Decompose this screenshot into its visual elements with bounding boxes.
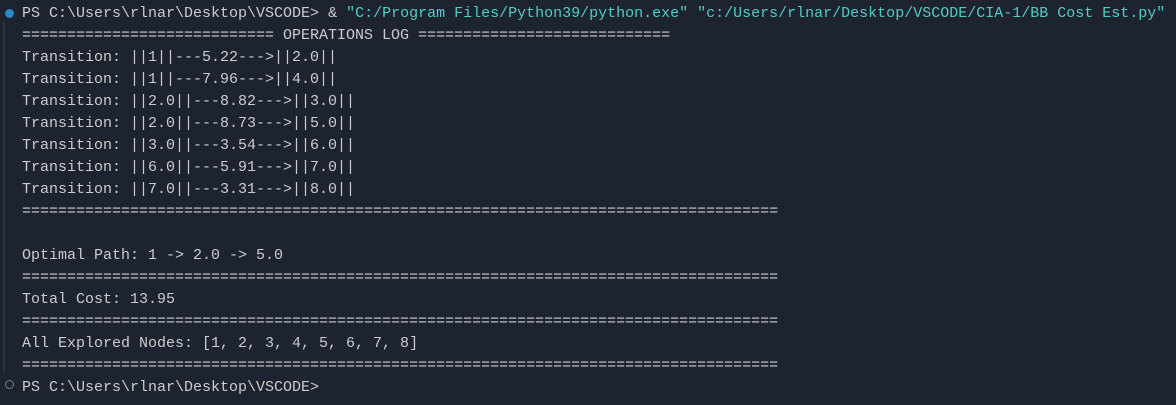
- transition-line: Transition: ||2.0||---8.73--->||5.0||: [22, 115, 356, 132]
- transition-line: Transition: ||2.0||---8.82--->||3.0||: [22, 93, 356, 110]
- terminal-output[interactable]: PS C:\Users\rlnar\Desktop\VSCODE> & "C:/…: [22, 3, 1165, 399]
- script-path: "c:/Users/rlnar/Desktop/VSCODE/CIA-1/BB …: [697, 5, 1166, 22]
- log-header: ============================ OPERATIONS …: [22, 27, 671, 44]
- transition-line: Transition: ||7.0||---3.31--->||8.0||: [22, 181, 356, 198]
- explored-nodes: All Explored Nodes: [1, 2, 3, 4, 5, 6, 7…: [22, 335, 419, 352]
- final-prompt: PS C:\Users\rlnar\Desktop\VSCODE>: [22, 379, 320, 396]
- prompt: PS C:\Users\rlnar\Desktop\VSCODE>: [22, 5, 329, 22]
- command-success-icon[interactable]: [5, 9, 14, 18]
- transition-line: Transition: ||6.0||---5.91--->||7.0||: [22, 159, 356, 176]
- transition-line: Transition: ||1||---7.96--->||4.0||: [22, 71, 338, 88]
- optimal-path: Optimal Path: 1 -> 2.0 -> 5.0: [22, 247, 284, 264]
- python-exe-path: "C:/Program Files/Python39/python.exe": [346, 5, 689, 22]
- transition-line: Transition: ||3.0||---3.54--->||6.0||: [22, 137, 356, 154]
- separator: ========================================…: [22, 269, 779, 286]
- transition-line: Transition: ||1||---5.22--->||2.0||: [22, 49, 338, 66]
- call-operator: &: [328, 5, 347, 22]
- command-decoration-bar: [3, 22, 5, 372]
- separator: ========================================…: [22, 357, 779, 374]
- command-line: PS C:\Users\rlnar\Desktop\VSCODE> & "C:/…: [22, 3, 1165, 25]
- command-pending-icon[interactable]: [5, 380, 14, 389]
- separator: ========================================…: [22, 203, 779, 220]
- total-cost: Total Cost: 13.95: [22, 291, 176, 308]
- separator: ========================================…: [22, 313, 779, 330]
